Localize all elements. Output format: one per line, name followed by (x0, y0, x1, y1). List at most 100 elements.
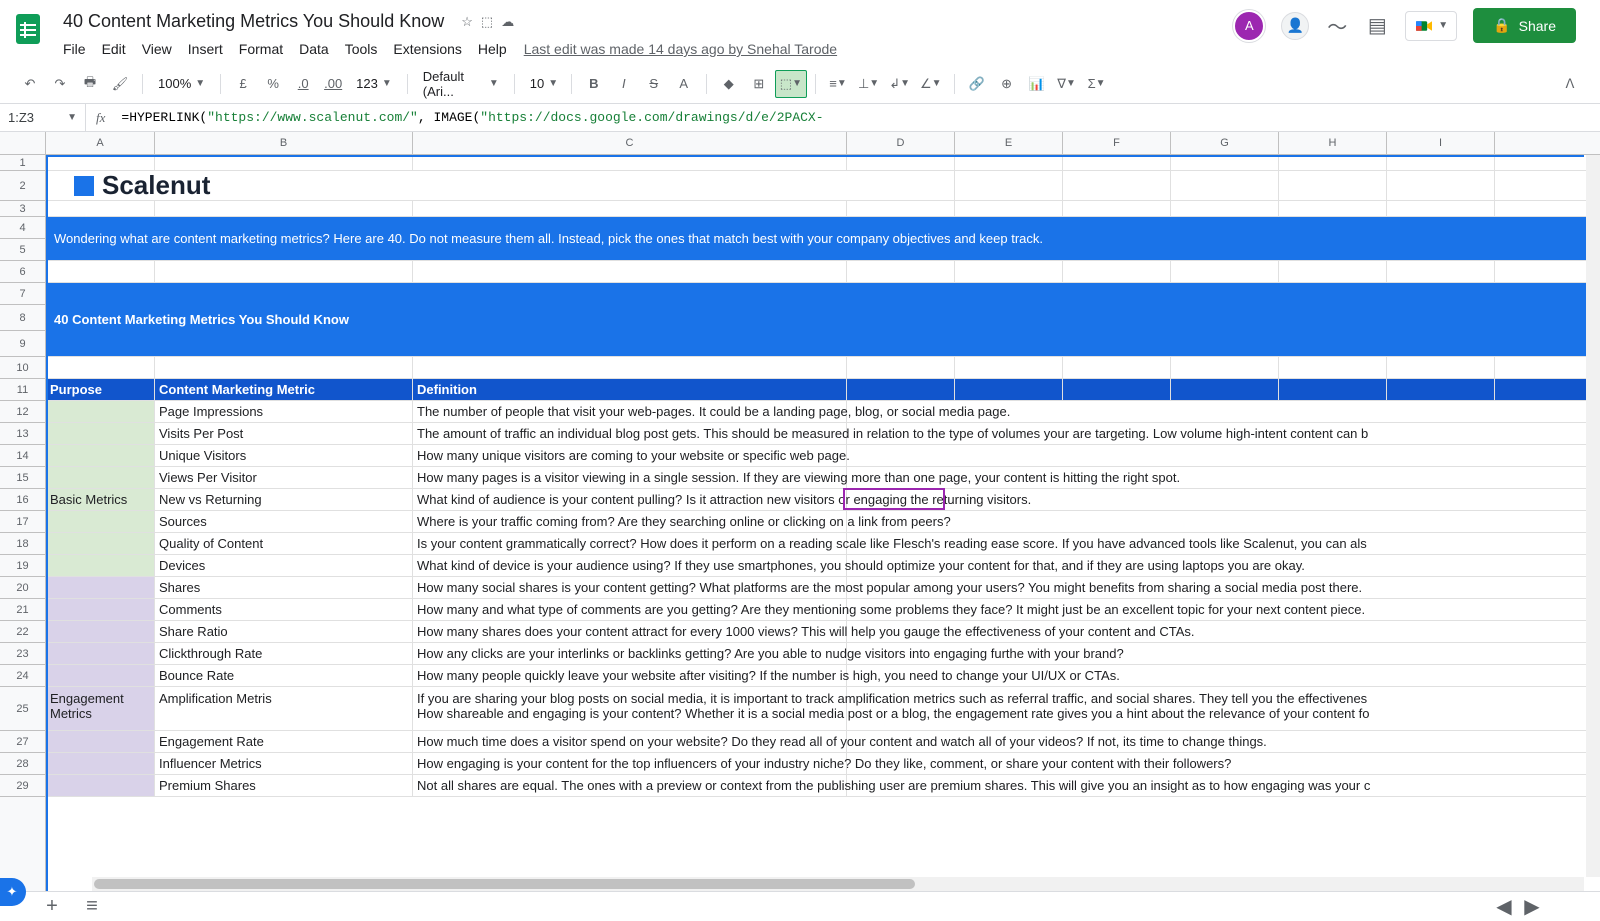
row-header[interactable]: 21 (0, 599, 45, 621)
col-header[interactable]: F (1063, 132, 1171, 154)
filter-button[interactable]: ∇ ▼ (1053, 70, 1081, 98)
comment-button[interactable]: ⊕ (993, 70, 1021, 98)
print-button[interactable]: 🖶 (76, 70, 104, 98)
zoom-select[interactable]: 100%▼ (151, 71, 212, 97)
redo-button[interactable]: ↷ (46, 70, 74, 98)
italic-button[interactable]: I (610, 70, 638, 98)
row-header[interactable]: 19 (0, 555, 45, 577)
font-select[interactable]: Default (Ari...▼ (416, 71, 506, 97)
row-header[interactable]: 11 (0, 379, 45, 401)
col-header[interactable]: G (1171, 132, 1279, 154)
row-header[interactable]: 28 (0, 753, 45, 775)
row-header[interactable]: 3 (0, 201, 45, 217)
strikethrough-button[interactable]: S (640, 70, 668, 98)
row-header[interactable]: 17 (0, 511, 45, 533)
menu-view[interactable]: View (135, 37, 179, 61)
h-align-button[interactable]: ≡ ▼ (824, 70, 852, 98)
share-button[interactable]: 🔒 Share (1473, 8, 1576, 43)
row-header[interactable]: 20 (0, 577, 45, 599)
wrap-button[interactable]: ↲ ▼ (885, 70, 914, 98)
row-header[interactable]: 9 (0, 331, 45, 357)
comments-icon[interactable]: ▤ (1365, 14, 1389, 38)
col-header[interactable]: C (413, 132, 847, 154)
activity-icon[interactable]: 〜 (1325, 14, 1349, 38)
row-header[interactable]: 7 (0, 283, 45, 305)
cloud-icon[interactable]: ☁ (501, 14, 514, 30)
row-header[interactable]: 23 (0, 643, 45, 665)
menu-tools[interactable]: Tools (338, 37, 385, 61)
row-header[interactable]: 16 (0, 489, 45, 511)
decrease-decimal-button[interactable]: .0 (289, 70, 317, 98)
row-header[interactable]: 14 (0, 445, 45, 467)
menu-help[interactable]: Help (471, 37, 514, 61)
text-color-button[interactable]: A (670, 70, 698, 98)
menu-edit[interactable]: Edit (95, 37, 133, 61)
increase-decimal-button[interactable]: .00 (319, 70, 347, 98)
row-header[interactable]: 25 (0, 687, 45, 731)
col-header[interactable]: B (155, 132, 413, 154)
row-header[interactable]: 4 (0, 217, 45, 239)
move-icon[interactable]: ⬚ (481, 14, 493, 30)
row-header[interactable]: 13 (0, 423, 45, 445)
row-header[interactable]: 15 (0, 467, 45, 489)
row-header[interactable]: 10 (0, 357, 45, 379)
anon-avatar[interactable]: 👤 (1281, 12, 1309, 40)
vertical-scrollbar[interactable] (1586, 155, 1600, 877)
row-header[interactable]: 6 (0, 261, 45, 283)
chart-button[interactable]: 📊 (1023, 70, 1051, 98)
row-header[interactable]: 1 (0, 155, 45, 171)
select-all-corner[interactable] (0, 132, 46, 154)
star-icon[interactable]: ☆ (461, 14, 473, 30)
name-box[interactable]: 1:Z3▼ (0, 104, 86, 131)
paint-format-button[interactable]: 🖌 (106, 70, 134, 98)
menu-data[interactable]: Data (292, 37, 336, 61)
meet-button[interactable]: ▼ (1405, 11, 1457, 41)
scroll-left-button[interactable]: ◀ (1492, 895, 1516, 919)
row-header[interactable]: 27 (0, 731, 45, 753)
menu-insert[interactable]: Insert (181, 37, 230, 61)
functions-button[interactable]: Σ ▼ (1083, 70, 1111, 98)
cells-area[interactable]: Scalenut Wondering what are content mark… (46, 155, 1600, 891)
data-row: SourcesWhere is your traffic coming from… (46, 511, 1600, 533)
scroll-right-button[interactable]: ▶ (1520, 895, 1544, 919)
borders-button[interactable]: ⊞ (745, 70, 773, 98)
menu-file[interactable]: File (56, 37, 93, 61)
col-header[interactable]: H (1279, 132, 1387, 154)
all-sheets-button[interactable]: ≡ (80, 895, 104, 919)
doc-title[interactable]: 40 Content Marketing Metrics You Should … (56, 8, 451, 35)
formula-input[interactable]: =HYPERLINK("https://www.scalenut.com/", … (115, 110, 1600, 125)
row-header[interactable]: 24 (0, 665, 45, 687)
more-formats-button[interactable]: 123▼ (349, 71, 399, 97)
fill-color-button[interactable]: ◆ (715, 70, 743, 98)
expand-toolbar-button[interactable]: ᐱ (1556, 70, 1584, 98)
row-header[interactable]: 8 (0, 305, 45, 331)
last-edit-link[interactable]: Last edit was made 14 days ago by Snehal… (524, 41, 837, 57)
row-header[interactable]: 12 (0, 401, 45, 423)
user-avatar[interactable]: A (1233, 10, 1265, 42)
row-header[interactable]: 22 (0, 621, 45, 643)
sheets-icon[interactable] (8, 8, 48, 48)
undo-button[interactable]: ↶ (16, 70, 44, 98)
col-header[interactable]: E (955, 132, 1063, 154)
link-button[interactable]: 🔗 (963, 70, 991, 98)
row-header[interactable]: 5 (0, 239, 45, 261)
horizontal-scrollbar[interactable] (92, 877, 1584, 891)
rotate-button[interactable]: ∠ ▼ (916, 70, 946, 98)
merge-button[interactable]: ⬚ ▼ (775, 70, 807, 98)
currency-button[interactable]: £ (229, 70, 257, 98)
add-sheet-button[interactable]: + (40, 895, 64, 919)
menu-extensions[interactable]: Extensions (386, 37, 468, 61)
col-header[interactable]: D (847, 132, 955, 154)
lock-icon: 🔒 (1493, 17, 1510, 34)
row-header[interactable]: 2 (0, 171, 45, 201)
font-size-select[interactable]: 10▼ (523, 71, 563, 97)
menu-format[interactable]: Format (232, 37, 290, 61)
v-align-button[interactable]: ⊥ ▼ (854, 70, 883, 98)
percent-button[interactable]: % (259, 70, 287, 98)
col-header[interactable]: A (46, 132, 155, 154)
row-header[interactable]: 29 (0, 775, 45, 797)
explore-button[interactable]: ✦ (0, 878, 26, 906)
bold-button[interactable]: B (580, 70, 608, 98)
col-header[interactable]: I (1387, 132, 1495, 154)
row-header[interactable]: 18 (0, 533, 45, 555)
